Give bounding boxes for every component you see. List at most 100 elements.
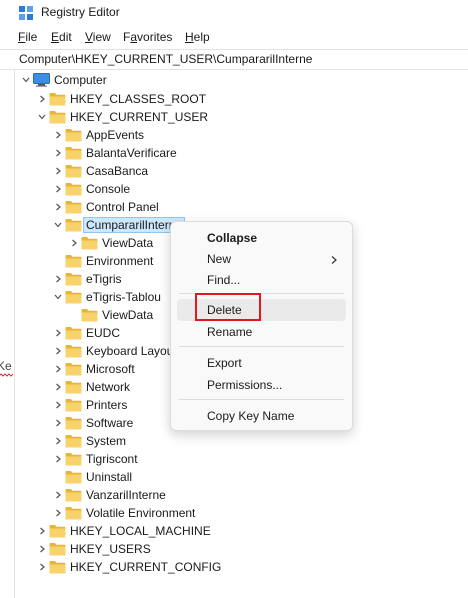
menu-favorites[interactable]: Favorites [123,30,172,44]
tree-item[interactable]: Tigriscont [0,450,300,468]
chevron-right-icon[interactable] [37,544,47,554]
chevron-right-icon[interactable] [53,148,63,158]
context-menu-item-find[interactable]: Find... [177,269,346,291]
menu-edit[interactable]: Edit [51,30,72,44]
tree-item[interactable]: BalantaVerificare [0,144,300,162]
chevron-right-icon[interactable] [37,562,47,572]
folder-icon [65,380,82,394]
title-bar: Registry Editor [0,0,468,26]
menu-file[interactable]: File [18,30,37,44]
tree-item-label: HKEY_LOCAL_MACHINE [70,524,211,538]
folder-icon [65,128,82,142]
tree-item-label: HKEY_CURRENT_USER [70,110,209,124]
chevron-down-icon[interactable] [53,292,63,302]
context-menu-separator [179,346,344,347]
chevron-right-icon[interactable] [53,346,63,356]
address-bar[interactable]: Computer\HKEY_CURRENT_USER\CumpararilInt… [0,49,468,70]
context-menu-item-label: Export [207,356,242,370]
context-menu-item-rename[interactable]: Rename [177,321,346,343]
folder-icon [65,182,82,196]
chevron-right-icon[interactable] [53,508,63,518]
folder-icon [65,452,82,466]
folder-icon [65,218,82,232]
tree-item-label: Volatile Environment [86,506,196,520]
folder-icon [49,110,66,124]
chevron-right-icon[interactable] [53,382,63,392]
tree-item[interactable]: AppEvents [0,126,300,144]
tree-item[interactable]: Volatile Environment [0,504,300,522]
chevron-right-icon[interactable] [53,130,63,140]
folder-icon [65,164,82,178]
folder-icon [65,200,82,214]
chevron-right-icon[interactable] [37,526,47,536]
tree-item[interactable]: VanzarilInterne [0,486,300,504]
tree-item-label: Environment [86,254,154,268]
menu-view[interactable]: View [85,30,111,44]
tree-item[interactable]: HKEY_CURRENT_USER [0,108,300,126]
tree-item-label: Uninstall [86,470,133,484]
chevron-down-icon[interactable] [53,220,63,230]
chevron-down-icon[interactable] [37,112,47,122]
chevron-right-icon[interactable] [37,94,47,104]
tree-item[interactable]: Control Panel [0,198,300,216]
context-menu: Collapse New Find... Delete Rename Export Perm… [170,221,353,431]
context-menu-separator [179,399,344,400]
menu-help[interactable]: Help [185,30,210,44]
chevron-right-icon[interactable] [69,238,79,248]
folder-icon [65,434,82,448]
chevron-right-icon[interactable] [53,436,63,446]
folder-icon [49,560,66,574]
chevron-right-icon[interactable] [53,454,63,464]
tree-item-label: ViewData [102,308,154,322]
tree-item-label: Printers [86,398,128,412]
tree-item[interactable]: Console [0,180,300,198]
chevron-right-icon[interactable] [53,274,63,284]
folder-icon [65,488,82,502]
context-menu-item-copy-key-name[interactable]: Copy Key Name [177,405,346,427]
chevron-right-icon [330,254,338,264]
context-menu-item-label: Permissions... [207,378,283,392]
tree-item-computer[interactable]: Computer [0,71,300,89]
tree-item-label: eTigris [86,272,122,286]
tree-item-label: Network [86,380,131,394]
tree-item[interactable]: CasaBanca [0,162,300,180]
folder-icon [65,326,82,340]
chevron-right-icon[interactable] [53,364,63,374]
tree-item[interactable]: HKEY_LOCAL_MACHINE [0,522,300,540]
chevron-right-icon[interactable] [53,490,63,500]
tree-item-label: Control Panel [86,200,159,214]
chevron-right-icon[interactable] [53,166,63,176]
chevron-right-icon[interactable] [53,184,63,194]
context-menu-item-collapse[interactable]: Collapse [177,227,346,249]
context-menu-item-permissions[interactable]: Permissions... [177,374,346,396]
tree-item-label: BalantaVerificare [86,146,177,160]
context-menu-item-label: Find... [207,273,241,287]
folder-icon [65,254,82,268]
address-path[interactable]: Computer\HKEY_CURRENT_USER\CumpararilInt… [19,52,312,66]
chevron-right-icon[interactable] [53,202,63,212]
tree-item-label: VanzarilInterne [86,488,166,502]
context-menu-item-label: Copy Key Name [207,409,295,423]
computer-icon [33,73,50,87]
tree-item-label: CasaBanca [86,164,149,178]
window-title: Registry Editor [41,5,120,19]
tree-item-label: ViewData [102,236,154,250]
tree-item-label: System [86,434,127,448]
context-menu-item-export[interactable]: Export [177,352,346,374]
tree-item[interactable]: HKEY_CURRENT_CONFIG [0,558,300,576]
tree-item[interactable]: HKEY_CLASSES_ROOT [0,90,300,108]
chevron-right-icon[interactable] [53,328,63,338]
tree-item[interactable]: HKEY_USERS [0,540,300,558]
tree-item[interactable]: Uninstall [0,468,300,486]
tree-item-label: HKEY_CURRENT_CONFIG [70,560,222,574]
tree-item[interactable]: System [0,432,300,450]
annotation-highlight-box [195,293,261,321]
chevron-down-icon[interactable] [21,75,31,85]
folder-icon [49,524,66,538]
tree-item-label: HKEY_CLASSES_ROOT [70,92,207,106]
chevron-right-icon[interactable] [53,418,63,428]
context-menu-item-new[interactable]: New [177,248,346,270]
chevron-right-icon[interactable] [53,400,63,410]
folder-icon [65,146,82,160]
tree-item-label: Software [86,416,134,430]
